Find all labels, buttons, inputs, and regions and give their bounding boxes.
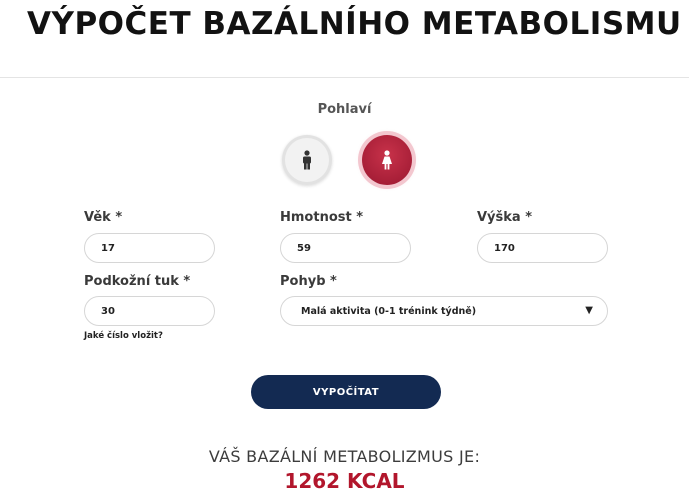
chevron-down-icon: ▼ — [585, 305, 593, 316]
header-divider — [0, 77, 689, 78]
body-fat-help-link[interactable]: Jaké číslo vložit? — [84, 331, 163, 341]
calculate-button[interactable]: VYPOČÍTAT — [251, 375, 441, 409]
age-input[interactable] — [84, 233, 215, 263]
page-title: VÝPOČET BAZÁLNÍHO METABOLISMU — [27, 6, 682, 42]
height-label: Výška * — [477, 210, 533, 225]
height-input[interactable] — [477, 233, 608, 263]
activity-label: Pohyb * — [280, 274, 337, 289]
body-fat-input[interactable] — [84, 296, 215, 326]
weight-input[interactable] — [280, 233, 411, 263]
activity-select[interactable]: Malá aktivita (0-1 trénink týdně) ▼ — [280, 296, 608, 326]
weight-label: Hmotnost * — [280, 210, 364, 225]
age-label: Věk * — [84, 210, 123, 225]
gender-female-button[interactable] — [362, 135, 412, 185]
body-fat-label: Podkožní tuk * — [84, 274, 191, 289]
activity-select-value: Malá aktivita (0-1 trénink týdně) — [301, 305, 477, 317]
gender-male-button[interactable] — [282, 135, 332, 185]
result-label: VÁŠ BAZÁLNÍ METABOLIZMUS JE: — [208, 447, 481, 466]
result-value: 1262 KCAL — [284, 469, 405, 493]
male-person-icon — [303, 150, 311, 170]
female-person-icon — [382, 150, 392, 170]
gender-label: Pohlaví — [317, 102, 372, 117]
